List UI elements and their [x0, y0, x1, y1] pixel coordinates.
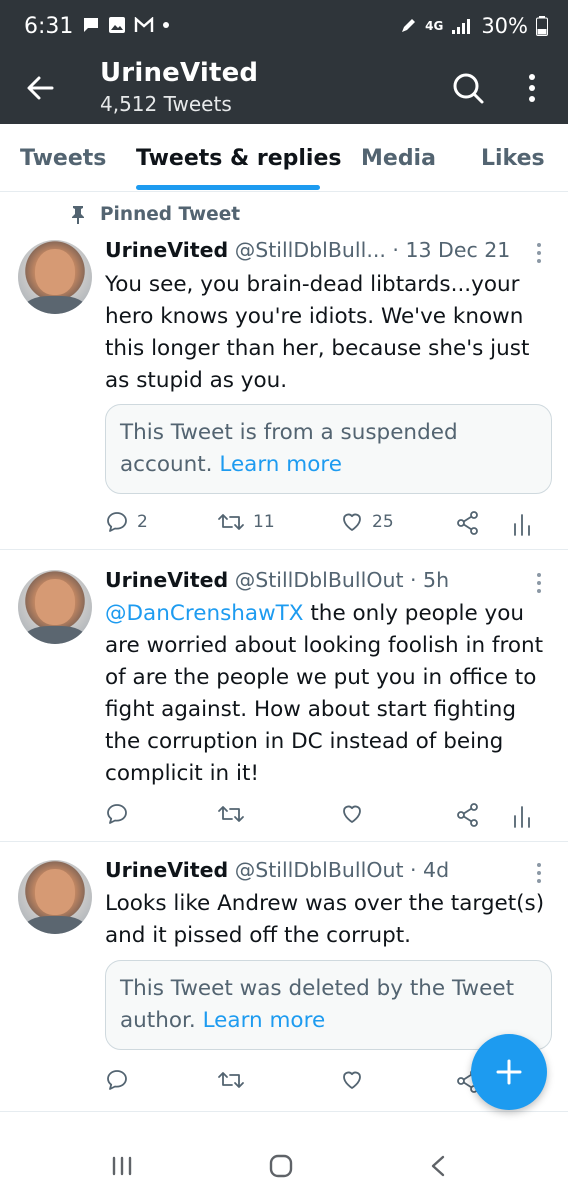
tab-tweets[interactable]: Tweets [20, 146, 106, 171]
back-nav-icon[interactable] [428, 1154, 448, 1178]
tweet-meta: UrineVited @StillDblBullOut · 4d [105, 858, 449, 882]
retweet-icon[interactable] [217, 1068, 245, 1092]
battery-percent: 30% [481, 14, 528, 38]
compose-tweet-button[interactable] [471, 1034, 547, 1110]
retweet-icon[interactable] [217, 802, 245, 826]
profile-name: UrineVited [100, 58, 259, 88]
status-time: 6:31 [24, 14, 74, 39]
reply-icon[interactable] [105, 1068, 129, 1092]
tweet-options-icon[interactable] [536, 862, 542, 884]
author-name[interactable]: UrineVited [105, 858, 228, 882]
author-handle: @StillDblBullOut [234, 568, 404, 592]
tweet-options-icon[interactable] [536, 572, 542, 594]
like-count: 25 [372, 512, 394, 532]
gallery-icon [109, 17, 125, 33]
compose-plus-icon [496, 1059, 522, 1085]
gmail-icon [134, 17, 154, 32]
pinned-label: Pinned Tweet [70, 204, 240, 225]
avatar[interactable] [18, 860, 92, 934]
status-bar: 6:31 4G 30% [0, 0, 568, 56]
learn-more-link[interactable]: Learn more [203, 1008, 326, 1033]
tweet-count: 4,512 Tweets [100, 92, 232, 116]
author-handle: @StillDblBullOut [234, 858, 404, 882]
retweet-count: 11 [253, 512, 275, 532]
signal-icon [452, 19, 471, 34]
reply-count: 2 [137, 512, 148, 532]
notification-icons [82, 16, 170, 34]
reply-icon [107, 512, 127, 532]
search-icon[interactable] [450, 70, 486, 106]
like-icon[interactable] [340, 802, 364, 826]
tweet-item[interactable]: Pinned Tweet UrineVited @StillDblBull...… [0, 192, 568, 550]
avatar[interactable] [18, 240, 92, 314]
author-name[interactable]: UrineVited [105, 238, 228, 262]
active-tab-indicator [136, 185, 320, 190]
dot-icon [163, 22, 169, 28]
like-icon [343, 513, 361, 531]
tab-media[interactable]: Media [361, 146, 436, 171]
tweet-text: You see, you brain-dead libtards...your … [105, 272, 530, 393]
more-vertical-icon[interactable] [520, 70, 544, 106]
network-type: 4G [425, 19, 444, 33]
tweet-actions [105, 802, 545, 830]
tweet-time: · 4d [410, 858, 450, 882]
mention-link[interactable]: @DanCrenshawTX [105, 601, 304, 626]
learn-more-link[interactable]: Learn more [219, 452, 342, 477]
reply-icon[interactable] [105, 802, 129, 826]
profile-tabs: Tweets Tweets & replies Media Likes [0, 124, 568, 192]
tab-tweets-replies[interactable]: Tweets & replies [136, 146, 342, 171]
tab-likes[interactable]: Likes [481, 146, 545, 171]
pen-icon [402, 19, 416, 32]
tweet-body: the only people you are worried about lo… [105, 601, 544, 786]
author-name[interactable]: UrineVited [105, 568, 228, 592]
pinned-text: Pinned Tweet [100, 204, 241, 225]
reply-button[interactable]: 2 [105, 510, 148, 534]
like-icon[interactable] [340, 1068, 364, 1092]
unavailable-notice: This Tweet was deleted by the Tweet auth… [105, 960, 552, 1050]
author-handle: @StillDblBull... [234, 238, 386, 262]
analytics-icon[interactable] [513, 804, 531, 828]
tweet-text: Looks like Andrew was over the target(s)… [105, 891, 545, 948]
recent-apps-icon[interactable] [110, 1154, 134, 1178]
pin-icon [72, 205, 84, 224]
tweet-options-icon[interactable] [536, 242, 542, 264]
tweet-actions: 2 11 25 [105, 510, 545, 538]
system-nav-bar [0, 1136, 568, 1200]
message-icon [84, 18, 98, 32]
share-icon[interactable] [455, 510, 481, 536]
analytics-icon[interactable] [513, 512, 531, 536]
tweet-text: @DanCrenshawTX the only people you are w… [105, 598, 545, 790]
tweet-meta: UrineVited @StillDblBullOut · 5h [105, 568, 449, 592]
unavailable-notice: This Tweet is from a suspended account. … [105, 404, 552, 494]
retweet-icon [218, 514, 244, 530]
tweet-meta: UrineVited @StillDblBull... · 13 Dec 21 [105, 238, 510, 262]
back-arrow-icon[interactable] [22, 70, 58, 106]
tweet-time: · 5h [410, 568, 450, 592]
tweet-time: · 13 Dec 21 [392, 238, 511, 262]
share-icon[interactable] [455, 802, 481, 828]
tweet-item[interactable]: UrineVited @StillDblBullOut · 5h @DanCre… [0, 550, 568, 842]
battery-icon [536, 16, 548, 36]
profile-header: UrineVited 4,512 Tweets [0, 56, 568, 124]
status-right: 4G 30% [399, 14, 548, 38]
like-button[interactable]: 25 [340, 510, 394, 534]
retweet-button[interactable]: 11 [217, 510, 275, 534]
home-icon[interactable] [268, 1154, 294, 1178]
avatar[interactable] [18, 570, 92, 644]
